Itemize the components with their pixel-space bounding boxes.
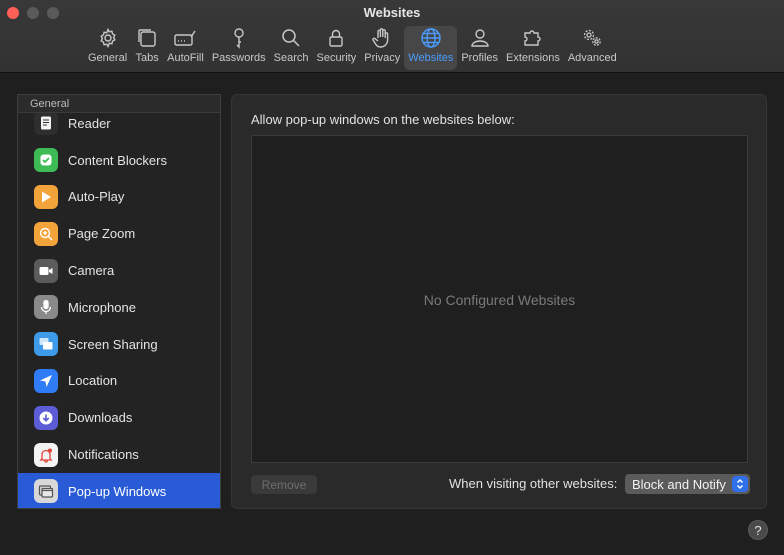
lock-icon	[329, 29, 344, 47]
tab-label: Advanced	[567, 52, 617, 64]
sidebar-item-content-blockers[interactable]: Content Blockers	[18, 142, 220, 179]
sidebar-item-camera[interactable]: Camera	[18, 252, 220, 289]
sidebar-section-header: General	[18, 95, 220, 113]
sidebar-item-label: Pop-up Windows	[68, 483, 167, 499]
tab-passwords[interactable]: Passwords	[208, 26, 270, 70]
tab-tabs[interactable]: Tabs	[131, 26, 163, 70]
preferences-window: Websites General Tabs AutoFill Passwords…	[0, 0, 784, 555]
sidebar-item-label: Screen Sharing	[68, 336, 158, 352]
remove-button[interactable]: Remove	[251, 475, 317, 494]
sidebar-item-label: Auto-Play	[68, 189, 125, 205]
gear-icon	[99, 27, 116, 49]
other-websites-select[interactable]: Block and Notify	[625, 474, 750, 494]
play-icon	[34, 184, 58, 209]
help-button[interactable]: ?	[748, 520, 768, 540]
sidebar-list: Reader Content Blockers Auto-Play Page Z…	[18, 105, 220, 508]
autofill-icon	[174, 30, 197, 46]
sidebar-item-pop-up-windows[interactable]: Pop-up Windows	[18, 472, 220, 508]
reader-icon	[34, 111, 58, 136]
popup-settings-panel: Allow pop-up windows on the websites bel…	[231, 94, 767, 509]
sidebar-item-label: Reader	[68, 115, 111, 131]
tab-autofill[interactable]: AutoFill	[163, 26, 208, 70]
preferences-tabs: General Tabs AutoFill Passwords Search S…	[84, 26, 621, 70]
tab-label: Privacy	[364, 52, 401, 64]
puzzle-icon	[524, 30, 541, 46]
tab-label: Websites	[408, 52, 454, 64]
search-icon	[282, 29, 300, 47]
select-value: Block and Notify	[632, 476, 726, 492]
sidebar-item-label: Notifications	[68, 447, 139, 463]
tab-label: Search	[273, 52, 309, 64]
sidebar-item-screen-sharing[interactable]: Screen Sharing	[18, 326, 220, 363]
toolbar: Websites General Tabs AutoFill Passwords…	[0, 0, 784, 73]
tab-general[interactable]: General	[84, 26, 131, 70]
popup-windows-icon	[34, 479, 58, 504]
sidebar-item-downloads[interactable]: Downloads	[18, 399, 220, 436]
sidebar-item-label: Location	[68, 373, 118, 389]
chevron-updown-icon	[732, 476, 748, 492]
tab-label: General	[88, 52, 128, 64]
hand-icon	[372, 28, 389, 48]
tab-security[interactable]: Security	[312, 26, 360, 70]
person-icon	[470, 29, 489, 47]
key-icon	[234, 28, 244, 49]
configured-websites-list[interactable]: No Configured Websites	[251, 135, 748, 463]
sidebar-item-location[interactable]: Location	[18, 363, 220, 400]
tab-label: Passwords	[211, 52, 266, 64]
zoom-icon	[34, 221, 58, 246]
tab-profiles[interactable]: Profiles	[457, 26, 502, 70]
download-icon	[34, 405, 58, 430]
bell-icon	[34, 442, 58, 467]
sidebar-item-label: Page Zoom	[68, 226, 136, 242]
window-title: Websites	[363, 5, 421, 20]
tab-websites[interactable]: Websites	[404, 26, 458, 70]
tab-advanced[interactable]: Advanced	[564, 26, 621, 70]
checkmark-shield-icon	[34, 148, 58, 173]
globe-icon	[421, 28, 441, 48]
camera-icon	[34, 258, 58, 283]
tab-label: Extensions	[506, 52, 560, 64]
tab-label: Security	[316, 52, 357, 64]
tabs-icon	[138, 29, 156, 47]
sidebar-item-auto-play[interactable]: Auto-Play	[18, 179, 220, 216]
tab-search[interactable]: Search	[270, 26, 313, 70]
tab-extensions[interactable]: Extensions	[502, 26, 564, 70]
websites-sidebar: General Reader Content Blockers Auto-Pla…	[17, 94, 221, 509]
sidebar-item-page-zoom[interactable]: Page Zoom	[18, 215, 220, 252]
other-websites-label: When visiting other websites:	[449, 476, 618, 491]
sidebar-item-label: Camera	[68, 263, 115, 279]
tab-label: Tabs	[135, 52, 159, 64]
sidebar-item-label: Microphone	[68, 299, 136, 315]
sidebar-item-notifications[interactable]: Notifications	[18, 436, 220, 473]
location-arrow-icon	[34, 368, 58, 393]
sidebar-item-label: Downloads	[68, 410, 133, 426]
tab-label: Profiles	[461, 52, 499, 64]
microphone-icon	[34, 295, 58, 320]
empty-list-message: No Configured Websites	[423, 292, 576, 308]
tab-privacy[interactable]: Privacy	[360, 26, 404, 70]
gears-icon	[584, 29, 602, 46]
screen-sharing-icon	[34, 332, 58, 357]
panel-heading: Allow pop-up windows on the websites bel…	[251, 112, 515, 127]
sidebar-item-microphone[interactable]: Microphone	[18, 289, 220, 326]
tab-label: AutoFill	[167, 52, 204, 64]
sidebar-item-label: Content Blockers	[68, 152, 167, 168]
